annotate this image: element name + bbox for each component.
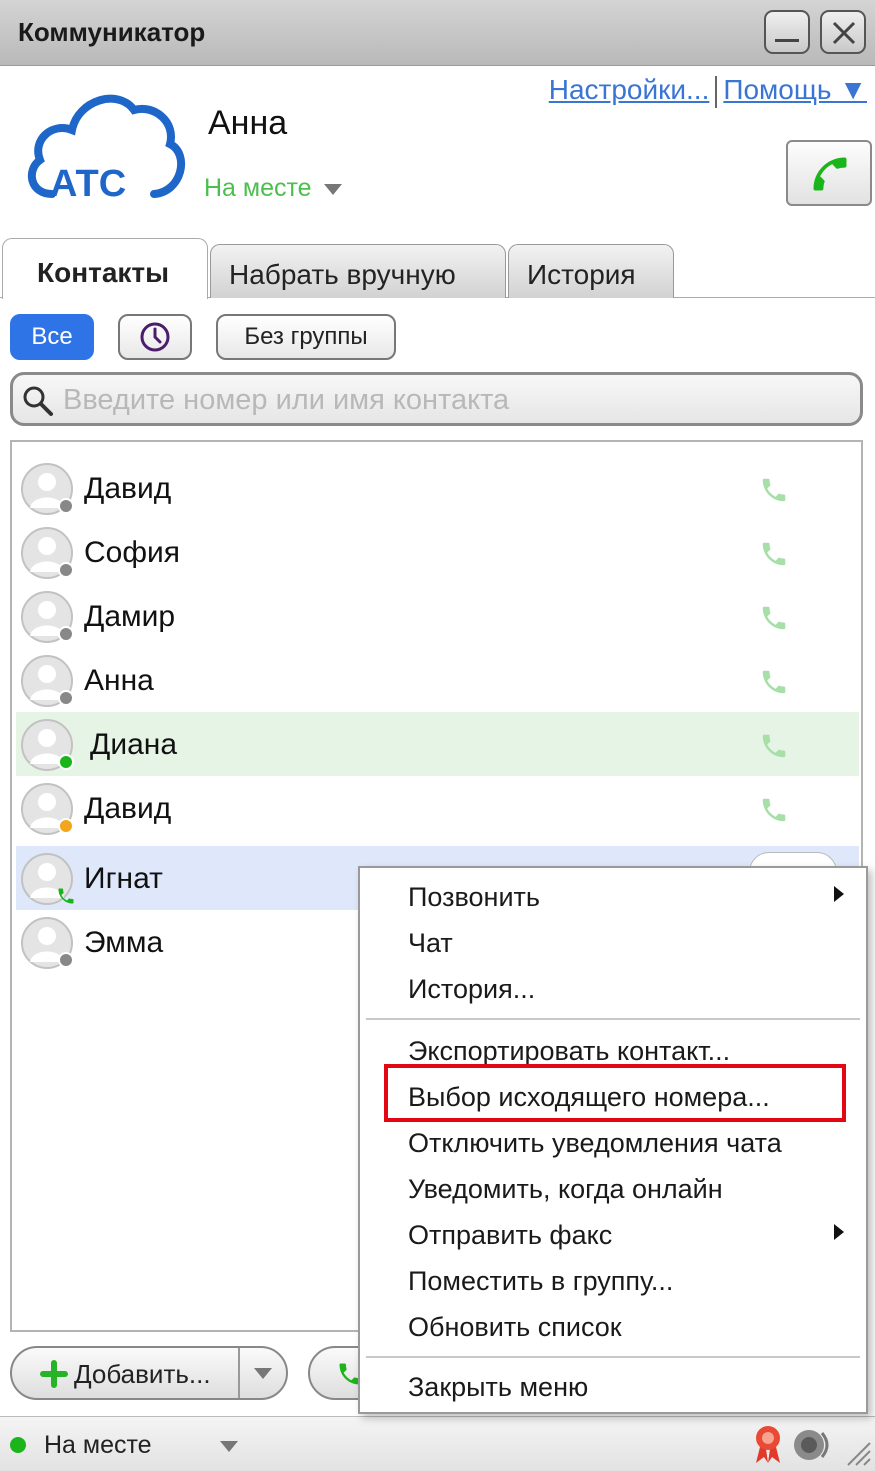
- contact-name: София: [84, 536, 181, 569]
- menu-item-close-menu[interactable]: Закрыть меню: [408, 1372, 588, 1403]
- status-dot: [58, 818, 74, 834]
- phone-icon[interactable]: [759, 664, 789, 700]
- status-dot: [58, 626, 74, 642]
- status-dot: [58, 562, 74, 578]
- contact-name: Игнат: [84, 862, 163, 895]
- filter-recent-button[interactable]: [118, 314, 192, 360]
- chevron-right-icon: [834, 1224, 844, 1240]
- status-dot: [58, 498, 74, 514]
- tab-bar: Набрать вручную История Контакты: [0, 238, 875, 299]
- contact-row[interactable]: Давид: [16, 776, 859, 840]
- contact-row[interactable]: Давид: [16, 456, 859, 520]
- tab-history[interactable]: История: [508, 244, 674, 298]
- window-title: Коммуникатор: [18, 17, 206, 47]
- resize-grip-icon[interactable]: [842, 1437, 872, 1467]
- user-status-label: На месте: [204, 174, 312, 202]
- status-bar-status[interactable]: На месте: [44, 1431, 152, 1460]
- avatar: [20, 654, 74, 708]
- contact-name: Дамир: [84, 600, 176, 633]
- settings-link[interactable]: Настройки...: [549, 74, 710, 105]
- contact-name: Диана: [90, 728, 178, 761]
- user-name: Анна: [208, 104, 288, 142]
- avatar: [20, 718, 74, 772]
- chevron-down-icon: [323, 183, 342, 195]
- avatar: [20, 526, 74, 580]
- menu-item-add-to-group[interactable]: Поместить в группу...: [408, 1266, 673, 1297]
- phone-icon: [813, 157, 847, 191]
- search-box: [10, 372, 863, 426]
- add-contact-label: Добавить...: [74, 1359, 211, 1389]
- status-dot: [58, 952, 74, 968]
- button-divider: [238, 1348, 240, 1398]
- cloud-logo-icon: АТС: [27, 94, 186, 205]
- contact-row[interactable]: Диана: [16, 712, 859, 776]
- avatar: [20, 590, 74, 644]
- phone-icon[interactable]: [759, 472, 789, 508]
- minimize-button[interactable]: [764, 10, 810, 54]
- link-divider: [715, 75, 718, 108]
- logo: АТС: [22, 84, 187, 206]
- contact-row[interactable]: Анна: [16, 648, 859, 712]
- phone-icon[interactable]: [759, 536, 789, 572]
- avatar: [20, 462, 74, 516]
- title-bar: Коммуникатор: [0, 0, 875, 66]
- avatar: [20, 916, 74, 970]
- contact-row[interactable]: Дамир: [16, 584, 859, 648]
- user-status-dropdown[interactable]: На месте: [204, 174, 342, 203]
- phone-icon[interactable]: [759, 792, 789, 828]
- menu-separator: [366, 1018, 860, 1020]
- search-icon: [23, 386, 53, 416]
- phone-icon[interactable]: [759, 728, 789, 764]
- contact-name: Эмма: [84, 926, 164, 959]
- close-icon: [832, 21, 856, 45]
- contact-name: Давид: [84, 472, 172, 505]
- menu-item-export-contact[interactable]: Экспортировать контакт...: [408, 1036, 730, 1067]
- speaker-icon[interactable]: [792, 1425, 832, 1465]
- menu-item-mute-chat[interactable]: Отключить уведомления чата: [408, 1128, 782, 1159]
- menu-item-notify-online[interactable]: Уведомить, когда онлайн: [408, 1174, 723, 1205]
- status-dot: [58, 754, 74, 770]
- award-icon[interactable]: [752, 1423, 784, 1465]
- close-button[interactable]: [820, 10, 866, 54]
- on-call-icon: [58, 888, 74, 904]
- add-contact-button[interactable]: Добавить...: [10, 1346, 288, 1400]
- contact-name: Анна: [84, 664, 154, 697]
- logo-text: АТС: [50, 163, 126, 205]
- search-input[interactable]: [63, 381, 853, 419]
- menu-item-outgoing-number[interactable]: Выбор исходящего номера...: [408, 1082, 770, 1113]
- header-links: Настройки... Помощь ▼: [549, 74, 867, 108]
- contact-row[interactable]: София: [16, 520, 859, 584]
- clock-icon: [140, 322, 170, 352]
- tab-manual-dial[interactable]: Набрать вручную: [210, 244, 506, 298]
- menu-item-send-fax[interactable]: Отправить факс: [408, 1220, 612, 1251]
- menu-item-history[interactable]: История...: [408, 974, 535, 1005]
- filter-all-button[interactable]: Все: [10, 314, 94, 360]
- plus-icon: [40, 1360, 68, 1388]
- context-menu: Позвонить Чат История... Экспортировать …: [358, 866, 868, 1414]
- chevron-right-icon: [834, 886, 844, 902]
- chevron-down-icon[interactable]: [220, 1441, 238, 1452]
- menu-separator: [366, 1356, 860, 1358]
- status-dot: [58, 690, 74, 706]
- filter-no-group-button[interactable]: Без группы: [216, 314, 396, 360]
- call-button[interactable]: [786, 140, 872, 206]
- status-dot: [10, 1437, 26, 1453]
- tab-contacts[interactable]: Контакты: [2, 238, 208, 299]
- avatar: [20, 782, 74, 836]
- help-link[interactable]: Помощь ▼: [723, 74, 867, 105]
- communicator-window: Коммуникатор АТС Анна На месте Настройки…: [0, 0, 875, 1471]
- menu-item-chat[interactable]: Чат: [408, 928, 453, 959]
- phone-icon[interactable]: [759, 600, 789, 636]
- contact-name: Давид: [84, 792, 172, 825]
- chevron-down-icon[interactable]: [254, 1368, 272, 1379]
- menu-item-refresh-list[interactable]: Обновить список: [408, 1312, 622, 1343]
- avatar: [20, 852, 74, 906]
- menu-item-call[interactable]: Позвонить: [408, 882, 540, 913]
- status-bar: На месте: [0, 1416, 875, 1471]
